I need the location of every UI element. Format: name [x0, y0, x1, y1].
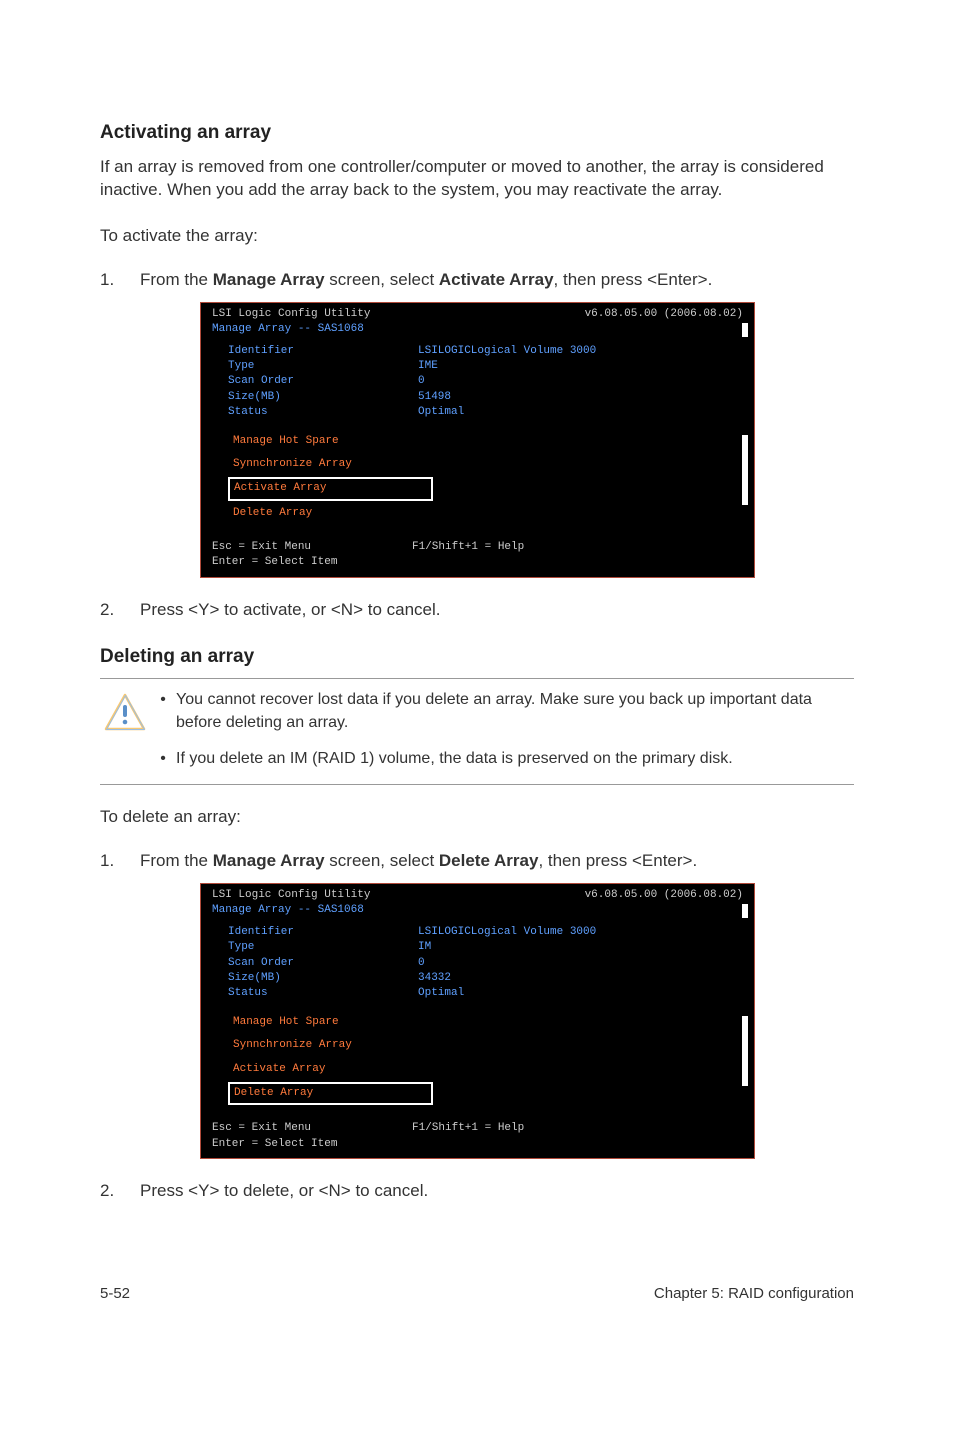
lead-text-delete: To delete an array: [100, 805, 854, 829]
console-title: LSI Logic Config Utility [212, 888, 585, 903]
lead-text: To activate the array: [100, 224, 854, 248]
console-version: v6.08.05.00 (2006.08.02) [585, 307, 743, 322]
step-number: 1. [100, 849, 140, 873]
caution-text: You cannot recover lost data if you dele… [176, 689, 854, 734]
field-identifier-label: Identifier [228, 925, 418, 940]
caution-bullet: • If you delete an IM (RAID 1) volume, t… [150, 748, 854, 770]
field-status-value: Optimal [418, 986, 464, 1001]
console-header: LSI Logic Config Utility v6.08.05.00 (20… [204, 305, 751, 322]
field-type-label: Type [228, 359, 418, 374]
chapter-title: Chapter 5: RAID configuration [654, 1283, 854, 1304]
step-text: From the Manage Array screen, select Act… [140, 268, 854, 292]
field-identifier-value: LSILOGICLogical Volume 3000 [418, 344, 596, 359]
menu-activate-array[interactable]: Activate Array [228, 1059, 433, 1080]
page-footer: 5-52 Chapter 5: RAID configuration [100, 1283, 854, 1304]
step-1-delete: 1. From the Manage Array screen, select … [100, 849, 854, 873]
field-size-value: 34332 [418, 971, 451, 986]
caution-text: If you delete an IM (RAID 1) volume, the… [176, 748, 733, 770]
console-hint-esc: Esc = Exit Menu [212, 1121, 412, 1136]
step-text: Press <Y> to delete, or <N> to cancel. [140, 1179, 854, 1203]
console-hint-enter: Enter = Select Item [212, 555, 743, 570]
step-2-delete: 2. Press <Y> to delete, or <N> to cancel… [100, 1179, 854, 1203]
menu-activate-array[interactable]: Activate Array [228, 477, 433, 500]
field-type-value: IME [418, 359, 438, 374]
menu-manage-hot-spare[interactable]: Manage Hot Spare [228, 431, 433, 452]
field-scan-order-label: Scan Order [228, 956, 418, 971]
menu-delete-array[interactable]: Delete Array [228, 1082, 433, 1105]
console-hint-help: F1/Shift+1 = Help [412, 540, 524, 555]
field-scan-order-value: 0 [418, 956, 425, 971]
caution-icon [100, 689, 150, 731]
bullet-dot: • [150, 748, 176, 770]
bios-console-activate: LSI Logic Config Utility v6.08.05.00 (20… [200, 302, 755, 578]
console-hint-esc: Esc = Exit Menu [212, 540, 412, 555]
step-number: 2. [100, 598, 140, 622]
field-status-value: Optimal [418, 405, 464, 420]
field-size-label: Size(MB) [228, 390, 418, 405]
field-type-value: IM [418, 940, 431, 955]
console-title: LSI Logic Config Utility [212, 307, 585, 322]
console-footer: Esc = Exit MenuF1/Shift+1 = Help Enter =… [204, 530, 751, 575]
field-scan-order-label: Scan Order [228, 374, 418, 389]
step-text: Press <Y> to activate, or <N> to cancel. [140, 598, 854, 622]
step-number: 2. [100, 1179, 140, 1203]
menu-synchronize-array[interactable]: Synnchronize Array [228, 454, 433, 475]
bios-console-delete: LSI Logic Config Utility v6.08.05.00 (20… [200, 883, 755, 1159]
heading-activating: Activating an array [100, 120, 854, 147]
console-header: LSI Logic Config Utility v6.08.05.00 (20… [204, 886, 751, 903]
step-2-activate: 2. Press <Y> to activate, or <N> to canc… [100, 598, 854, 622]
field-size-label: Size(MB) [228, 971, 418, 986]
heading-deleting: Deleting an array [100, 644, 854, 671]
console-footer: Esc = Exit MenuF1/Shift+1 = Help Enter =… [204, 1111, 751, 1156]
field-size-value: 51498 [418, 390, 451, 405]
intro-paragraph: If an array is removed from one controll… [100, 155, 854, 203]
step-text: From the Manage Array screen, select Del… [140, 849, 854, 873]
field-identifier-value: LSILOGICLogical Volume 3000 [418, 925, 596, 940]
step-number: 1. [100, 268, 140, 292]
field-status-label: Status [228, 405, 418, 420]
console-subtitle: Manage Array -- SAS1068 [204, 903, 751, 920]
console-subtitle: Manage Array -- SAS1068 [204, 322, 751, 339]
console-version: v6.08.05.00 (2006.08.02) [585, 888, 743, 903]
console-hint-help: F1/Shift+1 = Help [412, 1121, 524, 1136]
console-hint-enter: Enter = Select Item [212, 1137, 743, 1152]
field-identifier-label: Identifier [228, 344, 418, 359]
caution-block: • You cannot recover lost data if you de… [100, 678, 854, 785]
menu-synchronize-array[interactable]: Synnchronize Array [228, 1035, 433, 1056]
bullet-dot: • [150, 689, 176, 734]
menu-delete-array[interactable]: Delete Array [228, 503, 433, 524]
field-type-label: Type [228, 940, 418, 955]
caution-bullet: • You cannot recover lost data if you de… [150, 689, 854, 734]
field-scan-order-value: 0 [418, 374, 425, 389]
field-status-label: Status [228, 986, 418, 1001]
menu-manage-hot-spare[interactable]: Manage Hot Spare [228, 1012, 433, 1033]
step-1-activate: 1. From the Manage Array screen, select … [100, 268, 854, 292]
page-number: 5-52 [100, 1283, 130, 1304]
